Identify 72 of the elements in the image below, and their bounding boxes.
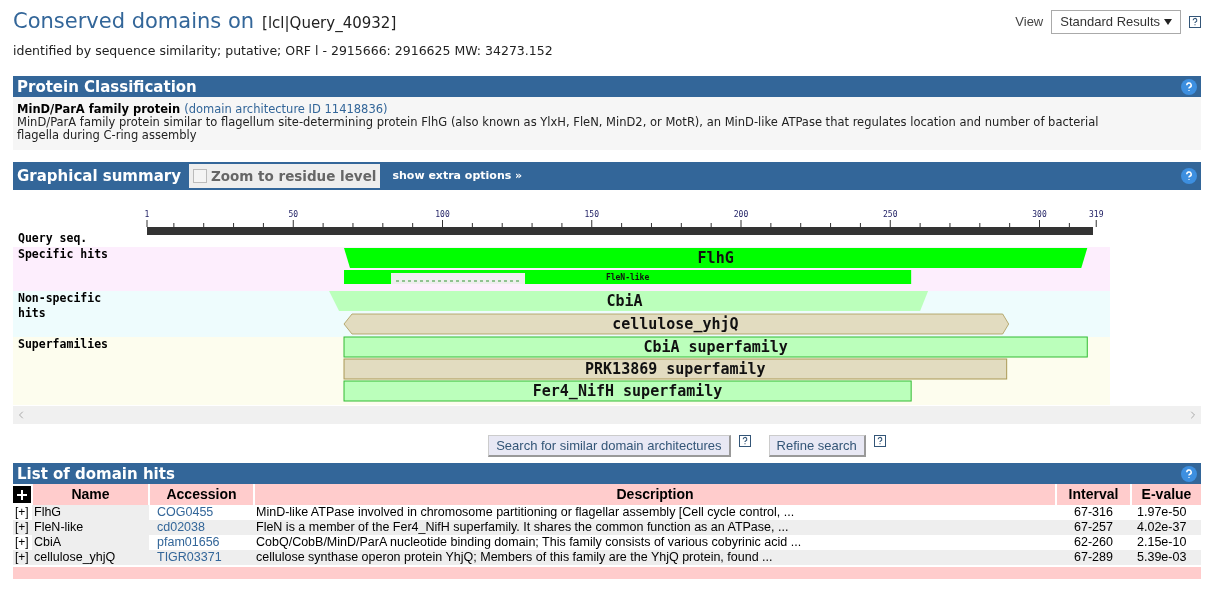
table-cell: cellulose_yhjQ <box>32 550 149 566</box>
help-icon[interactable] <box>1189 15 1201 28</box>
expand-all-icon[interactable] <box>13 486 31 504</box>
section-title: List of domain hits <box>17 463 175 485</box>
table-cell: FlhG <box>32 505 149 521</box>
page-title: Conserved domains on <box>13 8 255 35</box>
table-cell: 67-289 <box>1056 550 1131 566</box>
accession-link[interactable]: TIGR03371 <box>149 550 254 566</box>
extra-options-link[interactable]: show extra options » <box>392 168 523 185</box>
ruler-tick-label: 150 <box>584 210 599 220</box>
checkbox[interactable] <box>192 169 207 184</box>
expand-row-toggle[interactable]: [+] <box>13 535 32 551</box>
action-button[interactable]: Search for similar domain architectures <box>488 435 731 458</box>
domain-hit-bar[interactable]: CbiA superfamily <box>343 336 1088 358</box>
help-icon[interactable] <box>738 435 751 448</box>
ruler-tick-label: 250 <box>883 210 898 220</box>
view-select[interactable]: Standard Results <box>1051 10 1181 34</box>
domain-hit-bar[interactable]: cellulose_yhjQ <box>343 313 1010 335</box>
table-cell: 67-316 <box>1056 505 1131 521</box>
help-icon[interactable] <box>1181 78 1197 95</box>
sequence-subtitle: identified by sequence similarity; putative; ORF l - 2915666: 2916625 MW: 34273.152 <box>13 41 554 60</box>
column-header: Description <box>254 484 1056 506</box>
table-cell: FleN is a member of the Fer4_NifH superfamily. It shares the common function as an ATPase, ... <box>254 520 1056 536</box>
ruler-tick-label: 319 <box>1089 210 1104 220</box>
column-header: E-value <box>1131 484 1201 506</box>
accession-link[interactable]: cd02038 <box>149 520 254 536</box>
view-label: View <box>1015 13 1044 31</box>
track-label: Non-specific hits <box>18 291 102 321</box>
domain-hit-bar[interactable]: PRK13869 superfamily <box>343 358 1008 380</box>
ruler-tick-label: 200 <box>733 210 749 220</box>
table-cell: cellulose synthase operon protein YhjQ; Members of this family are the YhjQ protein, found ... <box>254 550 1056 566</box>
table-cell: 2.15e-10 <box>1131 535 1201 551</box>
table-cell: 4.02e-37 <box>1131 520 1201 536</box>
track-label: Query seq. <box>18 231 88 246</box>
column-header: Name <box>32 484 149 506</box>
table-cell: 1.97e-50 <box>1131 505 1201 521</box>
expand-row-toggle[interactable]: [+] <box>13 505 32 521</box>
ruler-tick-label: 100 <box>435 210 450 220</box>
protein-name: MinD/ParA family protein <box>17 103 181 117</box>
domain-hit-bar[interactable]: CbiA <box>329 291 929 312</box>
domain-hit-bar[interactable]: FleN-like <box>344 270 912 285</box>
table-cell: FleN-like <box>32 520 149 536</box>
protein-description: MinD/ParA family protein similar to flagellum site-determining protein FlhG (also known as YlxH, FleN, MinD2, or MotR), an MinD-like ATPase that regulates location and number of bacterial flagella during C-ring assembly <box>17 116 1100 143</box>
table-cell: 67-257 <box>1056 520 1131 536</box>
help-icon[interactable] <box>873 435 886 448</box>
help-icon[interactable] <box>1181 465 1197 482</box>
expand-row-toggle[interactable]: [+] <box>13 550 32 566</box>
query-id: [lcl|Query_40932] <box>262 13 397 34</box>
expand-row-toggle[interactable]: [+] <box>13 520 32 536</box>
domain-hit-bar[interactable]: FlhG <box>344 248 1088 269</box>
table-cell: MinD-like ATPase involved in chromosome partitioning or flagellar assembly [Cell cycle control, ... <box>254 505 1056 521</box>
domain-hit-bar[interactable]: Fer4_NifH superfamily <box>343 380 912 402</box>
accession-link[interactable]: pfam01656 <box>149 535 254 551</box>
section-title: Graphical summary <box>17 166 181 187</box>
table-cell: CbiA <box>32 535 149 551</box>
track-label: Superfamilies <box>18 337 108 352</box>
section-title: Protein Classification <box>17 76 197 98</box>
architecture-link[interactable]: (domain architecture ID 11418836) <box>184 103 388 117</box>
dropdown-arrow-icon <box>1164 18 1172 25</box>
accession-link[interactable]: COG0455 <box>149 505 254 521</box>
zoom-toggle[interactable]: Zoom to residue level <box>188 164 381 189</box>
column-header: Interval <box>1056 484 1131 506</box>
ruler-tick-label: 1 <box>144 210 150 220</box>
table-cell: 5.39e-03 <box>1131 550 1201 566</box>
help-icon[interactable] <box>1181 168 1197 185</box>
ruler-tick-label: 50 <box>288 210 299 220</box>
action-button[interactable]: Refine search <box>768 435 866 458</box>
table-cell: CobQ/CobB/MinD/ParA nucleotide binding domain; This family consists of various cobyrinic acid ... <box>254 535 1056 551</box>
ruler-tick-label: 300 <box>1032 210 1047 220</box>
column-header: Accession <box>149 484 254 506</box>
track-label: Specific hits <box>18 247 108 262</box>
table-cell: 62-260 <box>1056 535 1131 551</box>
